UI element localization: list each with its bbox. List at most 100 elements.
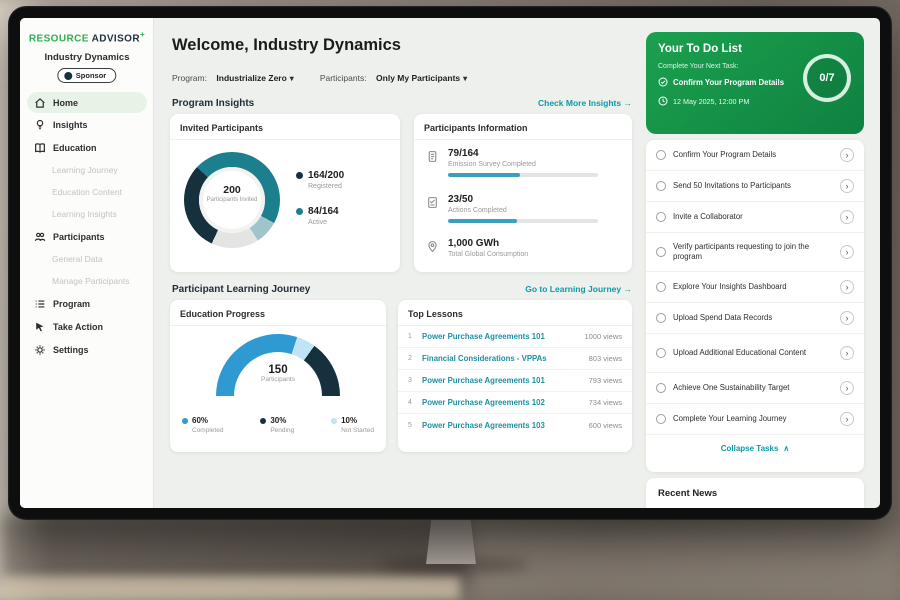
sidebar-item-learning-journey[interactable]: Learning Journey xyxy=(20,159,154,181)
task-label: Upload Additional Educational Content xyxy=(673,348,833,358)
info-row-actions: 23/50 Actions Completed xyxy=(426,194,598,223)
todo-task-row[interactable]: Send 50 Invitations to Participants › xyxy=(646,171,864,202)
active-dot xyxy=(296,208,303,215)
sidebar-item-home[interactable]: Home xyxy=(27,92,147,113)
sidebar-item-education-content[interactable]: Education Content xyxy=(20,181,154,203)
lesson-link[interactable]: Power Purchase Agreements 103 xyxy=(422,421,589,430)
chevron-up-icon: ∧ xyxy=(783,444,789,453)
completed-dot xyxy=(182,418,188,424)
task-checkbox[interactable] xyxy=(656,282,666,292)
actions-completed-value: 23/50 xyxy=(448,194,598,205)
chevron-right-icon[interactable]: › xyxy=(840,245,854,259)
lesson-row: 1 Power Purchase Agreements 101 1000 vie… xyxy=(398,326,632,348)
sidebar-item-label: Settings xyxy=(53,345,89,355)
task-checkbox[interactable] xyxy=(656,212,666,222)
lesson-link[interactable]: Power Purchase Agreements 102 xyxy=(422,398,589,407)
education-progress-card: Education Progress 150 Participants 60% … xyxy=(170,300,386,452)
task-checkbox[interactable] xyxy=(656,181,666,191)
task-checkbox[interactable] xyxy=(656,150,666,160)
chevron-right-icon[interactable]: › xyxy=(840,311,854,325)
participants-filter: Participants: Only My Participants▾ xyxy=(320,68,467,86)
top-lessons-card: Top Lessons 1 Power Purchase Agreements … xyxy=(398,300,632,452)
chevron-right-icon[interactable]: › xyxy=(840,148,854,162)
location-pin-icon xyxy=(426,240,439,253)
sidebar-item-general-data[interactable]: General Data xyxy=(20,248,154,270)
check-more-insights-link[interactable]: Check More Insights → xyxy=(490,98,632,108)
sidebar-item-label: Program xyxy=(53,299,90,309)
chevron-right-icon[interactable]: › xyxy=(840,381,854,395)
todo-task-row[interactable]: Upload Additional Educational Content › xyxy=(646,334,864,373)
collapse-tasks-link[interactable]: Collapse Tasks ∧ xyxy=(646,435,864,461)
gear-icon xyxy=(34,344,46,356)
sidebar-item-insights[interactable]: Insights xyxy=(20,113,154,136)
sidebar-item-take-action[interactable]: Take Action xyxy=(20,315,154,338)
sidebar-item-manage-participants[interactable]: Manage Participants xyxy=(20,270,154,292)
sidebar-item-education[interactable]: Education xyxy=(20,136,154,159)
lesson-views: 803 views xyxy=(589,354,622,363)
todo-task-row[interactable]: Complete Your Learning Journey › xyxy=(646,404,864,435)
lesson-link[interactable]: Financial Considerations - VPPAs xyxy=(422,354,589,363)
lesson-rank: 4 xyxy=(408,399,422,406)
recent-news-title: Recent News xyxy=(646,478,864,508)
todo-task-row[interactable]: Verify participants requesting to join t… xyxy=(646,233,864,272)
sidebar: RESOURCE ADVISOR+ Industry Dynamics Spon… xyxy=(20,18,154,508)
sidebar-item-settings[interactable]: Settings xyxy=(20,338,154,361)
sidebar-nav: Home Insights Education Learning Journey xyxy=(20,92,154,361)
sponsor-badge[interactable]: Sponsor xyxy=(57,68,116,83)
registered-label: Registered xyxy=(308,183,344,190)
todo-task-row[interactable]: Invite a Collaborator › xyxy=(646,202,864,233)
todo-task-row[interactable]: Explore Your Insights Dashboard › xyxy=(646,272,864,303)
gauge-label: Participants xyxy=(216,376,340,383)
list-icon xyxy=(34,298,46,310)
sidebar-item-label: Home xyxy=(53,98,78,108)
sidebar-item-program[interactable]: Program xyxy=(20,292,154,315)
todo-progress-ring: 0/7 xyxy=(803,54,851,102)
sidebar-item-label: Education Content xyxy=(52,187,122,197)
lesson-views: 793 views xyxy=(589,376,622,385)
book-icon xyxy=(34,142,46,154)
chevron-right-icon[interactable]: › xyxy=(840,346,854,360)
task-label: Achieve One Sustainability Target xyxy=(673,383,833,393)
filter-bar: Program: Industrialize Zero▾ Participant… xyxy=(172,68,467,86)
chevron-right-icon[interactable]: › xyxy=(840,412,854,426)
todo-task-row[interactable]: Upload Spend Data Records › xyxy=(646,303,864,334)
task-label: Upload Spend Data Records xyxy=(673,313,833,323)
lesson-row: 3 Power Purchase Agreements 101 793 view… xyxy=(398,370,632,392)
chevron-down-icon: ▾ xyxy=(290,74,294,83)
chevron-right-icon[interactable]: › xyxy=(840,280,854,294)
lesson-link[interactable]: Power Purchase Agreements 101 xyxy=(422,376,589,385)
monitor-bezel: RESOURCE ADVISOR+ Industry Dynamics Spon… xyxy=(8,6,892,520)
top-lessons-card-title: Top Lessons xyxy=(398,300,632,326)
recent-news-card: Recent News xyxy=(646,478,864,508)
chevron-right-icon[interactable]: › xyxy=(840,179,854,193)
sidebar-item-participants[interactable]: Participants xyxy=(20,225,154,248)
task-label: Confirm Your Program Details xyxy=(673,150,833,160)
task-checkbox[interactable] xyxy=(656,313,666,323)
chevron-right-icon[interactable]: › xyxy=(840,210,854,224)
go-to-learning-journey-link[interactable]: Go to Learning Journey → xyxy=(480,284,632,294)
scene: RESOURCE ADVISOR+ Industry Dynamics Spon… xyxy=(0,0,900,600)
todo-task-row[interactable]: Achieve One Sustainability Target › xyxy=(646,373,864,404)
background-desk-highlight xyxy=(0,576,460,600)
emission-survey-progress-bar xyxy=(448,173,598,177)
participants-filter-select[interactable]: Only My Participants▾ xyxy=(376,73,467,83)
lesson-link[interactable]: Power Purchase Agreements 101 xyxy=(422,332,584,341)
todo-next-task[interactable]: Confirm Your Program Details xyxy=(658,77,784,87)
sidebar-item-label: Participants xyxy=(53,232,105,242)
sidebar-item-label: Learning Insights xyxy=(52,209,117,219)
consumption-value: 1,000 GWh xyxy=(448,238,528,249)
clock-icon xyxy=(658,96,668,106)
task-checkbox[interactable] xyxy=(656,247,666,257)
invited-participants-card: Invited Participants 200 Participants In… xyxy=(170,114,400,272)
task-label: Send 50 Invitations to Participants xyxy=(673,181,833,191)
todo-task-row[interactable]: Confirm Your Program Details › xyxy=(646,140,864,171)
check-circle-icon xyxy=(658,77,668,87)
task-checkbox[interactable] xyxy=(656,383,666,393)
task-checkbox[interactable] xyxy=(656,414,666,424)
program-filter-select[interactable]: Industrialize Zero▾ xyxy=(216,73,293,83)
legend-not-started: 10% Not Started xyxy=(331,416,374,434)
gauge-value: 150 xyxy=(216,364,340,376)
task-checkbox[interactable] xyxy=(656,348,666,358)
sidebar-item-learning-insights[interactable]: Learning Insights xyxy=(20,203,154,225)
organization-name: Industry Dynamics xyxy=(20,52,154,63)
